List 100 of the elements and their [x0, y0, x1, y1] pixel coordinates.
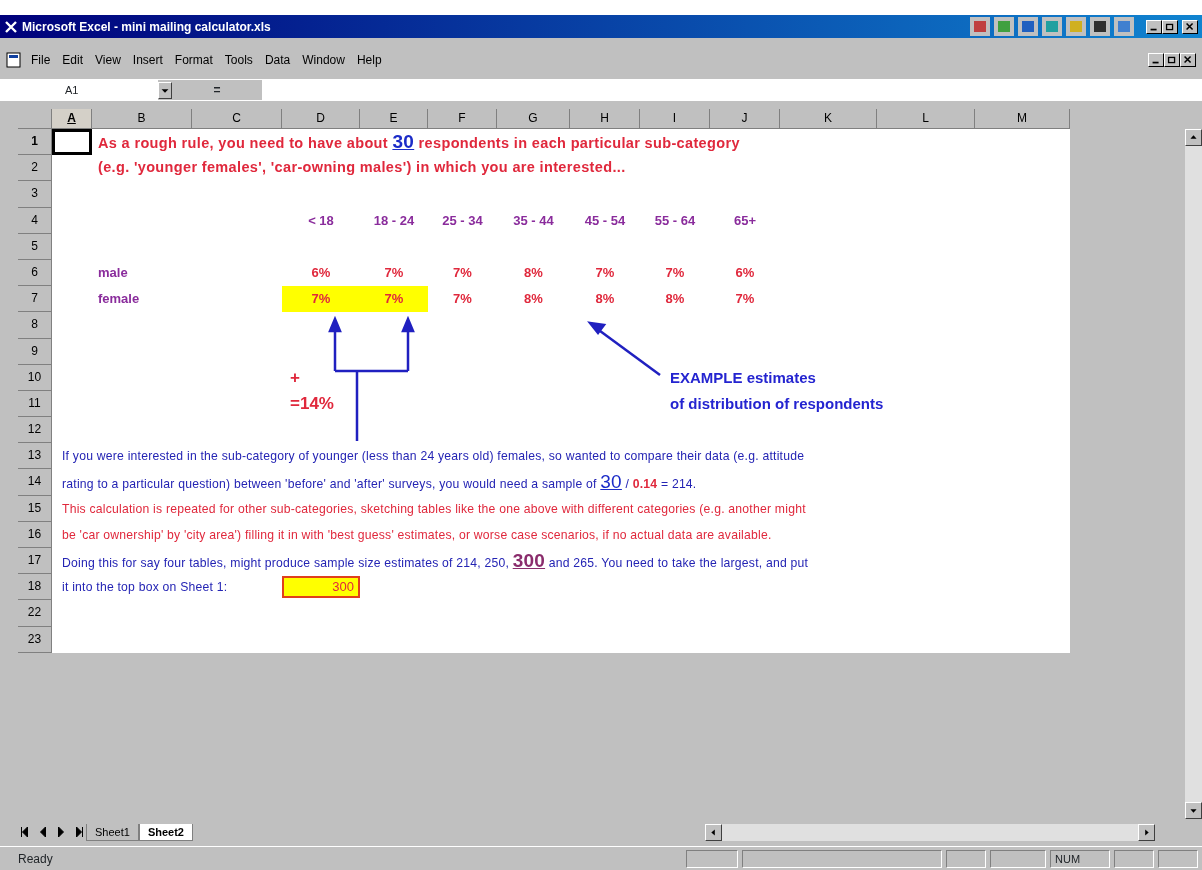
- column-header[interactable]: K: [780, 109, 877, 129]
- menu-item[interactable]: Window: [297, 50, 350, 69]
- column-label: 65+: [732, 211, 758, 230]
- cell-text: be 'car ownership' by 'city area') filling it in with 'best guess' estimates, or worse case scenarios, if no actual data are available.: [61, 526, 772, 544]
- row-header[interactable]: 12: [18, 417, 52, 444]
- row-header[interactable]: 13: [18, 443, 52, 470]
- row-header[interactable]: 10: [18, 364, 52, 391]
- column-label: 18 - 24: [372, 211, 416, 230]
- excel-icon: [4, 19, 18, 34]
- row-header[interactable]: 5: [18, 233, 52, 260]
- scroll-down-button[interactable]: [1185, 802, 1202, 819]
- table-cell-text: 6%: [734, 263, 756, 282]
- table-cell-text: 7%: [452, 263, 473, 282]
- restore-button[interactable]: [1162, 19, 1178, 34]
- column-header[interactable]: M: [975, 109, 1070, 129]
- cell-text: it into the top box on Sheet 1:: [61, 579, 228, 597]
- column-header[interactable]: F: [428, 109, 497, 129]
- table-cell-text: 6%: [310, 263, 332, 282]
- column-label: 35 - 44: [512, 211, 555, 230]
- column-header[interactable]: J: [710, 109, 780, 129]
- menu-item[interactable]: File: [26, 50, 56, 69]
- menu-item[interactable]: Help: [351, 50, 387, 69]
- menu-item[interactable]: Format: [169, 50, 218, 69]
- row-header[interactable]: 4: [18, 207, 52, 234]
- row-header[interactable]: 23: [18, 626, 52, 653]
- table-cell: 7%: [282, 286, 360, 313]
- status-panel: [1158, 849, 1198, 868]
- scroll-up-button[interactable]: [1185, 129, 1202, 146]
- equals-button[interactable]: =: [172, 80, 262, 100]
- column-label: 45 - 54: [583, 211, 627, 230]
- table-cell-text: 7%: [594, 263, 616, 282]
- table-cell-text: 7%: [452, 290, 473, 309]
- vertical-scrollbar[interactable]: [1185, 129, 1202, 819]
- column-label: 25 - 34: [441, 211, 484, 230]
- minimize-button[interactable]: [1146, 19, 1162, 34]
- table-cell-text: 8%: [594, 290, 616, 309]
- active-cell[interactable]: [52, 129, 92, 156]
- cell-text: Doing this for say four tables, might produce sample size estimates of 214, 250, 300 and 265. You need to take the largest, and put: [61, 548, 809, 573]
- row-header[interactable]: 6: [18, 259, 52, 287]
- app-icon[interactable]: [1090, 17, 1110, 36]
- menu-item[interactable]: Data: [259, 50, 296, 69]
- table-cell-text: 7%: [664, 263, 686, 282]
- cell-text: (e.g. 'younger females', 'car-owning males') in which you are interested...: [97, 158, 627, 178]
- row-header[interactable]: 14: [18, 469, 52, 496]
- column-label: 55 - 64: [653, 211, 697, 230]
- status-message: Ready: [18, 850, 53, 868]
- row-header[interactable]: 16: [18, 521, 52, 548]
- window-title: Microsoft Excel - mini mailing calculator.xls: [22, 18, 271, 36]
- document-icon[interactable]: [6, 51, 24, 68]
- dropdown-button[interactable]: [158, 81, 172, 99]
- table-cell-text: 8%: [523, 290, 544, 309]
- row-header[interactable]: 3: [18, 181, 52, 208]
- status-panel: [990, 849, 1046, 868]
- row-header[interactable]: 11: [18, 390, 52, 418]
- table-cell-text: 8%: [664, 290, 686, 309]
- menu-item[interactable]: Edit: [57, 50, 89, 69]
- row-label: female: [97, 290, 141, 309]
- column-header[interactable]: D: [282, 109, 360, 129]
- row-header[interactable]: 2: [18, 155, 52, 182]
- column-header[interactable]: A: [52, 109, 92, 129]
- menu-item[interactable]: Insert: [127, 50, 168, 69]
- row-header[interactable]: 22: [18, 600, 52, 627]
- column-label: < 18: [307, 211, 335, 230]
- column-header[interactable]: G: [497, 109, 570, 129]
- row-header[interactable]: 15: [18, 495, 52, 522]
- sheet-tab[interactable]: Sheet2: [138, 824, 193, 841]
- column-header[interactable]: I: [640, 109, 710, 129]
- sum-label: +: [289, 367, 301, 390]
- row-header[interactable]: 18: [18, 574, 52, 601]
- menu-item[interactable]: View: [90, 50, 126, 69]
- column-header[interactable]: H: [570, 109, 640, 129]
- scroll-left-button[interactable]: [705, 824, 722, 841]
- cell-text: This calculation is repeated for other sub-categories, sketching tables like the one above with different categories (e.g. another might: [61, 500, 806, 518]
- close-button[interactable]: [1180, 52, 1196, 67]
- column-header[interactable]: E: [360, 109, 428, 129]
- row-header[interactable]: 17: [18, 548, 52, 575]
- row-header[interactable]: 8: [18, 312, 52, 339]
- table-cell-text: 8%: [523, 263, 544, 282]
- row-label: male: [97, 264, 129, 283]
- close-button[interactable]: [1182, 19, 1198, 34]
- cell-text: As a rough rule, you need to have about 30 respondents in each particular sub-category: [97, 129, 741, 154]
- answer-cell[interactable]: 300: [282, 576, 360, 599]
- row-header[interactable]: 7: [18, 286, 52, 313]
- row-header[interactable]: 1: [18, 129, 52, 156]
- row-header[interactable]: 9: [18, 338, 52, 365]
- annotation-text: of distribution of respondents: [669, 393, 885, 414]
- restore-button[interactable]: [1164, 52, 1180, 67]
- table-cell: 7%: [360, 286, 428, 313]
- status-panel: [1114, 849, 1154, 868]
- column-header[interactable]: L: [877, 109, 975, 129]
- app-icon[interactable]: [1018, 17, 1038, 36]
- column-header[interactable]: B: [92, 109, 192, 129]
- sheet-tab[interactable]: Sheet1: [86, 824, 139, 841]
- status-panel: [686, 849, 738, 868]
- horizontal-scrollbar[interactable]: [705, 824, 1155, 841]
- menu-item[interactable]: Tools: [219, 50, 258, 69]
- minimize-button[interactable]: [1148, 52, 1164, 67]
- scroll-right-button[interactable]: [1138, 824, 1155, 841]
- column-header[interactable]: C: [192, 109, 282, 129]
- table-cell-text: 7%: [383, 263, 405, 282]
